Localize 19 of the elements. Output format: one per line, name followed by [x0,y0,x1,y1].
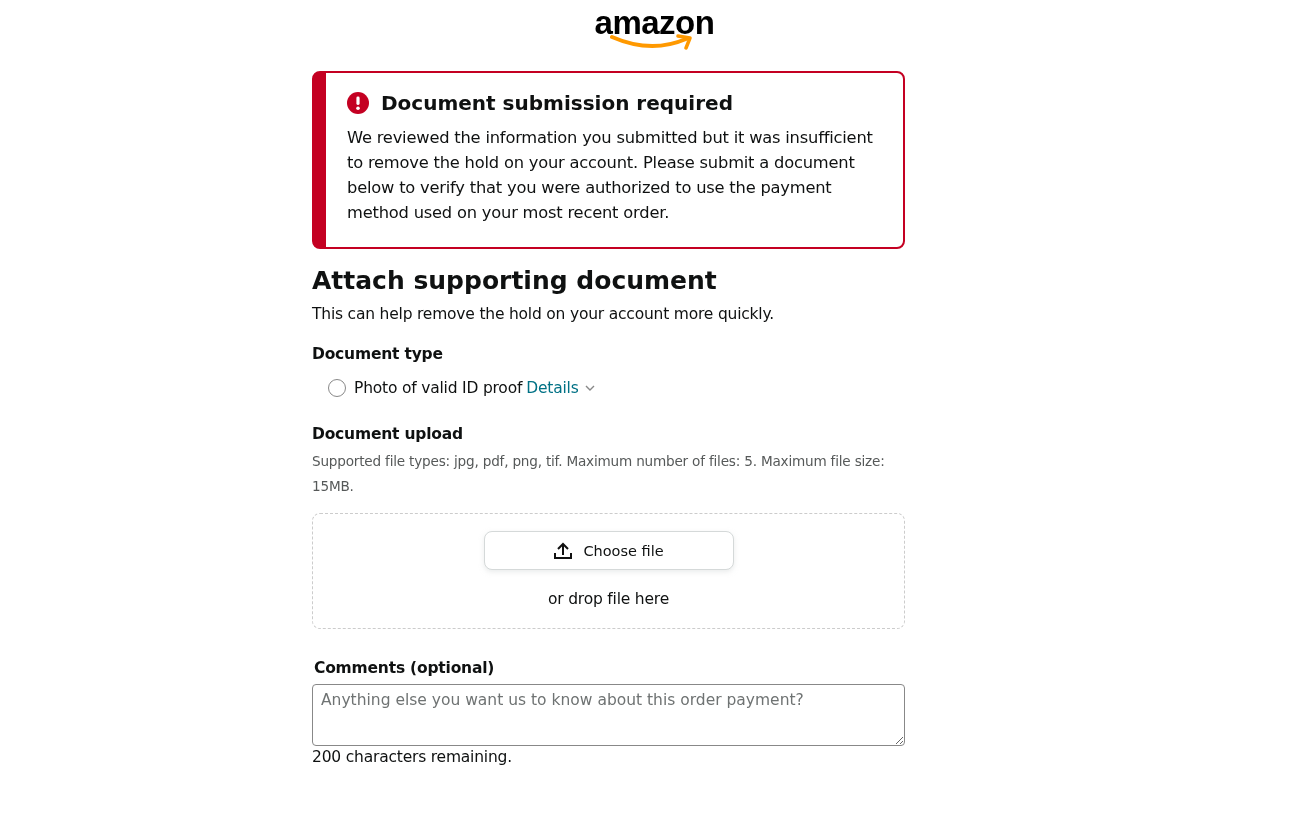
caret-icon[interactable] [584,385,595,391]
option-label[interactable]: Photo of valid ID proof [354,379,523,397]
comments-field[interactable]: Anything else you want us to know about this order payment? [312,684,905,746]
field-label: Document upload [312,424,464,445]
details-link[interactable]: Details [526,379,579,397]
upload-hint: Supported file types: jpg, pdf, png, tif. Maximum number of files: 5. Maximum file size: 15MB. [312,452,886,496]
amazon-logo: amazon [588,6,721,50]
page-heading: Attach supporting document [312,265,718,297]
choose-file-button[interactable]: Choose file [483,531,734,570]
alert-title: Document submission required [381,91,733,115]
alert-icon [347,92,369,114]
character-counter: 200 characters remaining. [312,748,513,766]
field-label: Document type [312,344,444,365]
alert-message: We reviewed the information you submitted but it was insufficient to remove the hold on your account. Please submit a document below to verify that you were authorized to use the payment method used on your most recent order. [347,127,874,224]
page-subheading: This can help remove the hold on your account more quickly. [312,304,775,325]
drop-text: or drop file here [548,590,669,608]
upload-icon [553,541,574,560]
drop-zone[interactable]: Choose file or drop file here [312,513,905,629]
field-label: Comments (optional) [314,658,496,679]
